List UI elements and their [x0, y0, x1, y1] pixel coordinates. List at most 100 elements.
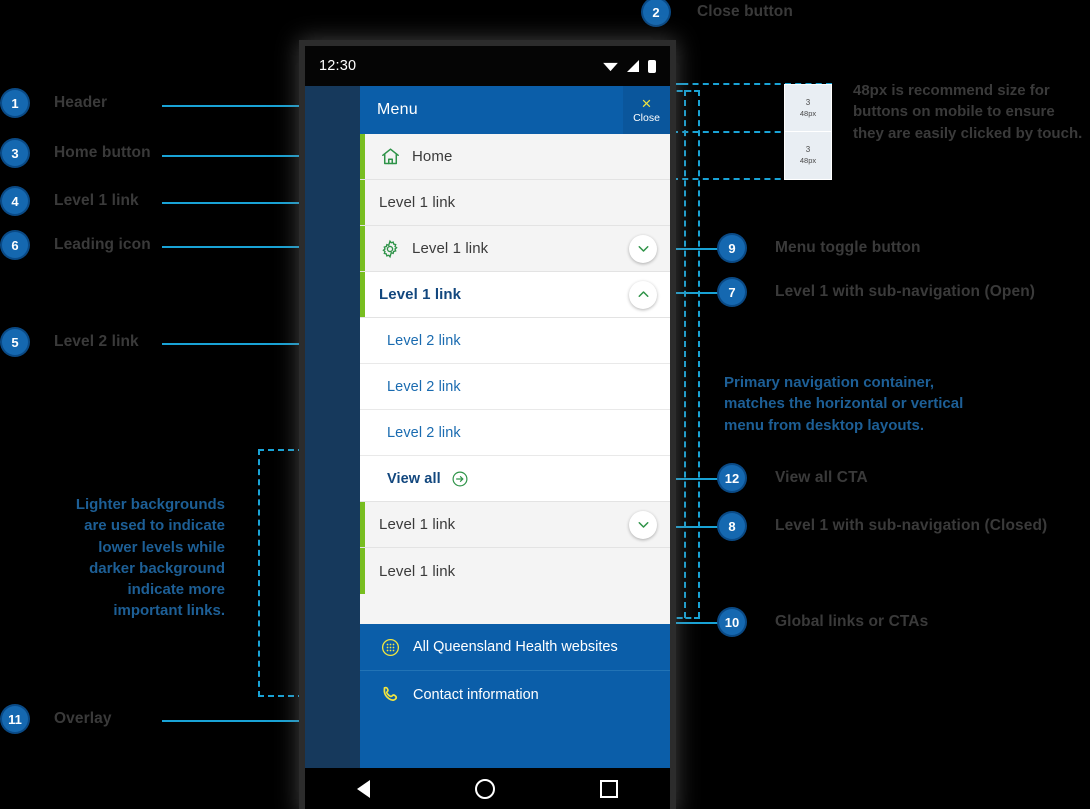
menu-item-level1-d[interactable]: Level 1 link: [360, 548, 670, 594]
annotation-label: Leading icon: [54, 236, 151, 253]
drawer-header: Menu × Close: [360, 86, 670, 134]
annotation-badge: 5: [2, 329, 28, 355]
annotation-view-all-cta: 12 View all CTA: [719, 465, 868, 491]
annotation-label: Home button: [54, 144, 151, 161]
menu-item-label: Level 2 link: [387, 378, 461, 395]
annotation-header: 1 Header: [2, 90, 107, 116]
drawer-title: Menu: [377, 101, 418, 118]
menu-item-label: Level 1 link: [412, 240, 489, 257]
annotation-badge: 6: [2, 232, 28, 258]
navigation-drawer: Menu × Close Home Level 1 link Level 1 l…: [360, 86, 670, 768]
grid-circle-icon: [379, 636, 401, 658]
note-backgrounds: Lighter backgrounds are used to indicate…: [75, 496, 225, 620]
menu-item-label: Level 1 link: [379, 286, 462, 303]
annotation-badge: 11: [2, 706, 28, 732]
close-icon: ×: [641, 94, 652, 113]
note-touch-target: 48px is recommend size for buttons on mo…: [853, 82, 1083, 142]
measure-number: 3: [805, 98, 811, 108]
global-link-all-sites[interactable]: All Queensland Health websites: [360, 624, 670, 671]
primary-container-guide-right: [698, 90, 700, 618]
annotation-label: Level 1 with sub-navigation (Closed): [775, 517, 1048, 534]
level-accent-bar: [360, 226, 365, 271]
global-link-contact[interactable]: Contact information: [360, 671, 670, 718]
overlay-scrim[interactable]: [305, 86, 360, 768]
recents-icon[interactable]: [599, 779, 618, 798]
status-icons: [603, 59, 656, 73]
global-links-section: All Queensland Health websites Contact i…: [360, 624, 670, 768]
primary-container-guide-left: [684, 90, 686, 618]
annotation-badge: 1: [2, 90, 28, 116]
global-link-label: Contact information: [413, 686, 539, 703]
measure-box-2: 3 48px: [784, 131, 832, 180]
annotation-badge: 10: [719, 609, 745, 635]
annotation-badge: 2: [643, 0, 669, 25]
home-icon[interactable]: [474, 778, 495, 799]
annotation-badge: 8: [719, 513, 745, 539]
menu-item-level1-a[interactable]: Level 1 link: [360, 180, 670, 226]
annotation-badge: 7: [719, 279, 745, 305]
annotation-badge: 12: [719, 465, 745, 491]
arrow-right-circle-icon: [451, 470, 469, 488]
annotation-home-button: 3 Home button: [2, 140, 151, 166]
global-section-filler: [360, 718, 670, 768]
annotation-subnav-closed: 8 Level 1 with sub-navigation (Closed): [719, 513, 1047, 539]
battery-icon: [648, 59, 656, 73]
annotation-canvas: 3 48px 3 48px 1 Header 3 Home button 4 L…: [0, 0, 1090, 809]
menu-item-label: Level 1 link: [379, 562, 456, 580]
annotation-menu-toggle: 9 Menu toggle button: [719, 235, 921, 261]
status-bar: 12:30: [305, 46, 670, 86]
menu-toggle-button-closed[interactable]: [629, 510, 657, 539]
signal-icon: [627, 60, 639, 72]
global-link-label: All Queensland Health websites: [413, 639, 618, 655]
annotation-label: View all CTA: [775, 469, 868, 486]
menu-toggle-button-collapsed[interactable]: [629, 234, 657, 263]
menu-item-home[interactable]: Home: [360, 134, 670, 180]
annotation-level-2-link: 5 Level 2 link: [2, 329, 139, 355]
menu-item-label: Home: [412, 148, 453, 165]
status-time: 12:30: [319, 58, 357, 74]
menu-item-level2-c[interactable]: Level 2 link: [360, 410, 670, 456]
annotation-label: Level 1 link: [54, 192, 139, 209]
measure-value: 48px: [799, 155, 817, 165]
primary-container-guide-top: [668, 90, 700, 92]
leader-line-closed: [668, 526, 720, 528]
note-primary-container: Primary navigation container, matches th…: [724, 374, 964, 434]
annotation-badge: 3: [2, 140, 28, 166]
gear-icon: [379, 238, 401, 260]
menu-item-label: Level 2 link: [387, 332, 461, 349]
measure-value: 48px: [799, 108, 817, 118]
annotation-label: Overlay: [54, 710, 112, 727]
level-accent-bar: [360, 502, 365, 547]
phone-icon: [379, 684, 401, 706]
annotation-label: Header: [54, 94, 108, 111]
menu-item-label: Level 1 link: [379, 516, 456, 533]
measure-number: 3: [805, 145, 811, 155]
level-accent-bar: [360, 180, 365, 225]
android-nav-bar: [305, 768, 670, 809]
leader-line-toggle: [668, 248, 720, 250]
annotation-label: Level 1 with sub-navigation (Open): [775, 283, 1036, 300]
menu-item-level1-c[interactable]: Level 1 link: [360, 502, 670, 548]
menu-list[interactable]: Home Level 1 link Level 1 link Level 1 l…: [360, 134, 670, 624]
annotation-subnav-open: 7 Level 1 with sub-navigation (Open): [719, 279, 1035, 305]
menu-item-level2-b[interactable]: Level 2 link: [360, 364, 670, 410]
annotation-close-button: 2 Close button: [643, 0, 793, 25]
back-icon[interactable]: [357, 779, 371, 798]
menu-toggle-button-expanded[interactable]: [629, 280, 657, 309]
close-button[interactable]: × Close: [623, 86, 670, 134]
app-screen: Menu × Close Home Level 1 link Level 1 l…: [305, 86, 670, 768]
view-all-cta[interactable]: View all: [360, 456, 670, 502]
leader-line-open: [668, 292, 720, 294]
measure-box-1: 3 48px: [784, 84, 832, 133]
annotation-label: Menu toggle button: [775, 239, 921, 256]
primary-container-guide-bottom: [668, 617, 700, 619]
annotation-label: Global links or CTAs: [775, 613, 929, 630]
annotation-overlay: 11 Overlay: [2, 706, 112, 732]
level-accent-bar: [360, 548, 365, 594]
leader-line-viewall: [668, 478, 720, 480]
menu-item-level1-open[interactable]: Level 1 link: [360, 272, 670, 318]
annotation-label: Level 2 link: [54, 333, 139, 350]
phone-mockup: 12:30 Menu × Close Home Level 1 link Lev…: [305, 46, 670, 809]
menu-item-level1-b[interactable]: Level 1 link: [360, 226, 670, 272]
menu-item-level2-a[interactable]: Level 2 link: [360, 318, 670, 364]
